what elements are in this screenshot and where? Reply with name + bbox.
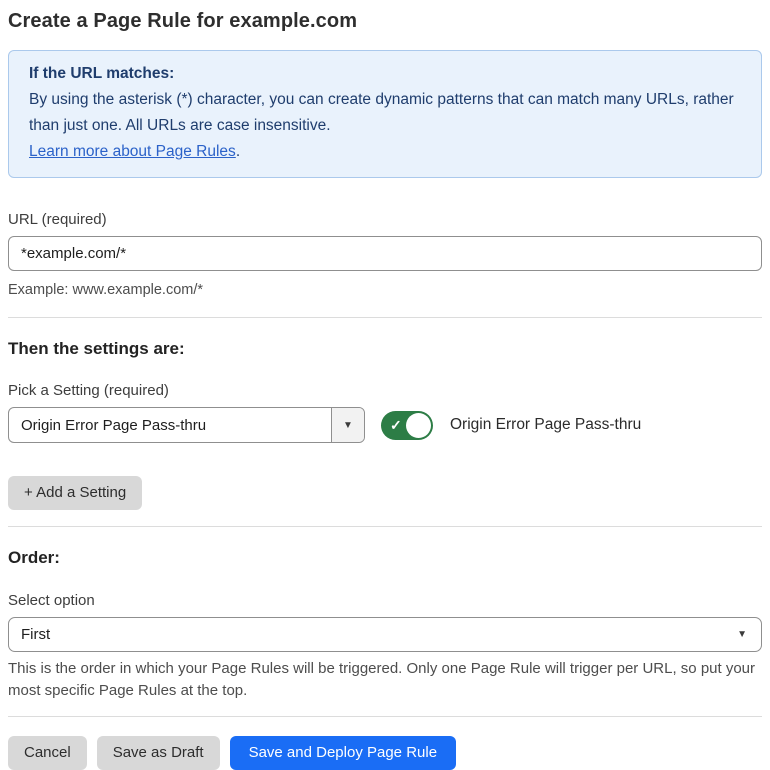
order-section-heading: Order: bbox=[8, 548, 60, 567]
footer-button-row: Cancel Save as Draft Save and Deploy Pag… bbox=[8, 736, 762, 770]
learn-more-link[interactable]: Learn more about Page Rules bbox=[29, 143, 236, 160]
dropdown-arrow-button[interactable]: ▼ bbox=[331, 408, 364, 442]
url-field-label: URL (required) bbox=[8, 211, 107, 228]
order-select-value: First bbox=[21, 626, 51, 643]
url-example-helper: Example: www.example.com/* bbox=[8, 282, 204, 298]
setting-dropdown[interactable]: Origin Error Page Pass-thru ▼ bbox=[8, 407, 365, 443]
url-match-info-box: If the URL matches: By using the asteris… bbox=[8, 50, 762, 178]
setting-toggle[interactable]: ✓ bbox=[381, 410, 433, 440]
setting-row: Origin Error Page Pass-thru ▼ ✓ Origin E… bbox=[8, 407, 762, 443]
check-icon: ✓ bbox=[390, 417, 402, 433]
toggle-label: Origin Error Page Pass-thru bbox=[450, 416, 642, 433]
toggle-knob bbox=[406, 412, 431, 438]
pick-setting-label: Pick a Setting (required) bbox=[8, 382, 169, 399]
setting-dropdown-value: Origin Error Page Pass-thru bbox=[21, 416, 207, 434]
order-select-label: Select option bbox=[8, 592, 95, 609]
order-helper-text: This is the order in which your Page Rul… bbox=[8, 660, 756, 699]
link-suffix: . bbox=[235, 143, 241, 160]
chevron-down-icon: ▼ bbox=[737, 629, 747, 640]
order-select[interactable]: First ▼ bbox=[8, 617, 762, 652]
save-draft-button[interactable]: Save as Draft bbox=[96, 736, 220, 770]
divider bbox=[8, 716, 762, 717]
info-box-body: By using the asterisk (*) character, you… bbox=[29, 91, 734, 134]
cancel-button[interactable]: Cancel bbox=[8, 736, 87, 770]
url-input[interactable] bbox=[8, 236, 762, 271]
info-box-heading: If the URL matches: bbox=[29, 65, 175, 82]
divider bbox=[8, 317, 762, 318]
chevron-down-icon: ▼ bbox=[343, 419, 353, 431]
settings-section-heading: Then the settings are: bbox=[8, 339, 185, 358]
info-box-link-line: Learn more about Page Rules. bbox=[29, 139, 741, 165]
save-deploy-button[interactable]: Save and Deploy Page Rule bbox=[229, 736, 457, 770]
divider bbox=[8, 526, 762, 527]
add-setting-button[interactable]: + Add a Setting bbox=[8, 476, 143, 510]
page-title: Create a Page Rule for example.com bbox=[8, 10, 358, 32]
